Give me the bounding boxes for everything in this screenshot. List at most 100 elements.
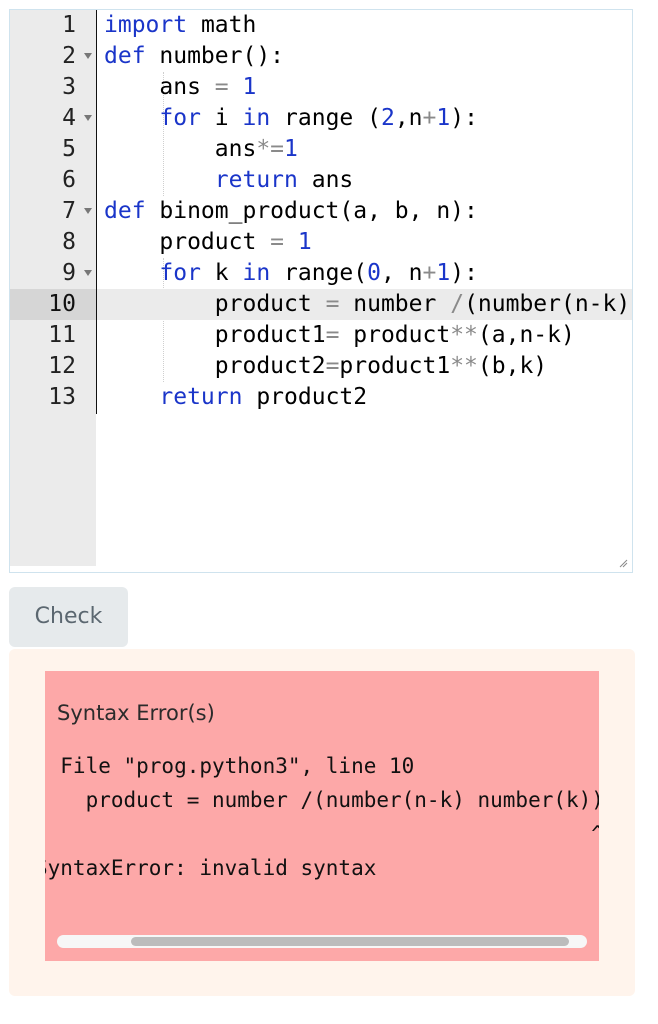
scrollbar-thumb[interactable] <box>131 937 569 946</box>
code-line[interactable]: for k in range(0, n+1): <box>97 258 632 289</box>
code-token <box>229 74 243 100</box>
operator-token: = <box>326 322 340 348</box>
fold-arrow-icon[interactable] <box>84 208 92 214</box>
operator-token: ** <box>450 353 478 379</box>
code-token: ): <box>450 260 478 286</box>
number-token: 2 <box>381 105 395 131</box>
code-token: k <box>201 260 243 286</box>
keyword-token: def <box>104 198 146 224</box>
error-output: File "prog.python3", line 10 product = n… <box>45 749 599 885</box>
code-token: , n <box>381 260 423 286</box>
code-line[interactable]: def binom_product(a, b, n): <box>97 196 632 227</box>
keyword-token: def <box>104 43 146 69</box>
operator-token: = <box>326 353 340 379</box>
resize-grip-icon[interactable] <box>618 558 628 568</box>
line-number: 3 <box>10 72 96 103</box>
code-line[interactable]: return product2 <box>97 382 632 413</box>
line-number: 8 <box>10 227 96 258</box>
code-line[interactable]: ans = 1 <box>97 72 632 103</box>
line-number-label: 6 <box>62 165 76 196</box>
operator-token: *= <box>256 136 284 162</box>
code-token <box>104 384 159 410</box>
result-panel: Syntax Error(s) File "prog.python3", lin… <box>9 649 635 996</box>
code-token: math <box>187 12 256 38</box>
code-line[interactable]: product = number /(number(n-k) number(k)… <box>97 289 632 320</box>
code-token: ans <box>104 136 256 162</box>
number-token: 1 <box>243 74 257 100</box>
line-number: 4 <box>10 103 96 134</box>
line-number: 11 <box>10 320 96 351</box>
line-number: 10 <box>10 289 96 320</box>
code-token: ans <box>104 74 215 100</box>
code-token <box>104 260 159 286</box>
fold-arrow-icon[interactable] <box>84 53 92 59</box>
code-token: binom_product(a, b, n): <box>146 198 478 224</box>
code-token: ,n <box>395 105 423 131</box>
code-token <box>104 167 215 193</box>
keyword-token: return <box>215 167 298 193</box>
number-token: 1 <box>284 136 298 162</box>
code-line[interactable]: import math <box>97 10 632 41</box>
keyword-token: for <box>159 260 201 286</box>
keyword-token: return <box>159 384 242 410</box>
error-title: Syntax Error(s) <box>57 701 215 725</box>
code-token: product <box>104 229 270 255</box>
line-number: 13 <box>10 382 96 413</box>
line-number: 6 <box>10 165 96 196</box>
check-button[interactable]: Check <box>9 587 128 647</box>
code-line[interactable]: product = 1 <box>97 227 632 258</box>
fold-arrow-icon[interactable] <box>84 270 92 276</box>
code-line[interactable]: return ans <box>97 165 632 196</box>
line-number-label: 13 <box>48 382 76 413</box>
code-editor[interactable]: 12345678910111213 import mathdef number(… <box>9 9 633 573</box>
code-token: (a,n-k) <box>478 322 575 348</box>
number-token: 1 <box>298 229 312 255</box>
code-token: number <box>339 291 450 317</box>
operator-token: = <box>215 74 229 100</box>
code-token: (b,k) <box>478 353 547 379</box>
line-number-label: 11 <box>48 320 76 351</box>
fold-arrow-icon[interactable] <box>84 115 92 121</box>
line-number: 5 <box>10 134 96 165</box>
keyword-token: in <box>242 260 270 286</box>
code-line[interactable]: product1= product**(a,n-k) <box>97 320 632 351</box>
line-number-label: 8 <box>62 227 76 258</box>
line-number-label: 7 <box>62 196 76 227</box>
code-token: ans <box>298 167 353 193</box>
number-token: 1 <box>436 105 450 131</box>
operator-token: + <box>423 105 437 131</box>
code-line[interactable]: def number(): <box>97 41 632 72</box>
line-number: 2 <box>10 41 96 72</box>
line-number-label: 9 <box>62 258 76 289</box>
line-number-gutter: 12345678910111213 <box>10 10 96 566</box>
error-line: File "prog.python3", line 10 <box>45 754 414 778</box>
code-line[interactable]: product2=product1**(b,k) <box>97 351 632 382</box>
operator-token: = <box>270 229 284 255</box>
code-area[interactable]: import mathdef number(): ans = 1 for i i… <box>97 10 632 566</box>
operator-token: + <box>423 260 437 286</box>
code-token: range( <box>270 260 367 286</box>
code-line[interactable]: ans*=1 <box>97 134 632 165</box>
code-token: (number(n-k) number(k)) <box>464 291 633 317</box>
operator-token: / <box>450 291 464 317</box>
error-line: ^ <box>45 822 599 846</box>
code-token: product2 <box>104 353 326 379</box>
keyword-token: in <box>242 105 270 131</box>
line-number: 12 <box>10 351 96 382</box>
line-number-label: 4 <box>62 103 76 134</box>
operator-token: = <box>326 291 340 317</box>
code-line[interactable]: for i in range (2,n+1): <box>97 103 632 134</box>
horizontal-scrollbar[interactable] <box>57 935 587 948</box>
code-token: product <box>339 322 450 348</box>
number-token: 0 <box>367 260 381 286</box>
error-line: SyntaxError: invalid syntax <box>45 856 376 880</box>
keyword-token: import <box>104 12 187 38</box>
operator-token: ** <box>450 322 478 348</box>
line-number-label: 12 <box>48 351 76 382</box>
line-number: 9 <box>10 258 96 289</box>
code-token: i <box>201 105 243 131</box>
line-number-label: 1 <box>62 10 76 41</box>
code-token: number(): <box>146 43 284 69</box>
line-number-label: 3 <box>62 72 76 103</box>
code-token: ): <box>450 105 478 131</box>
